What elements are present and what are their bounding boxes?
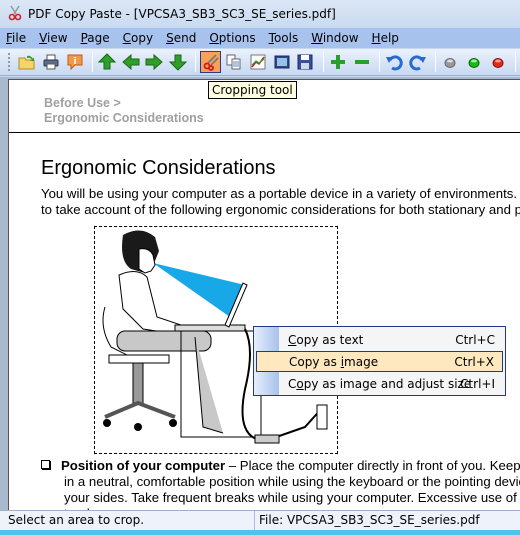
menu-send[interactable]: Send <box>166 31 196 45</box>
print-icon <box>43 54 59 70</box>
chart-icon <box>250 54 266 70</box>
undo-icon <box>386 55 403 71</box>
toolbar-separator <box>322 52 324 72</box>
header-rule <box>9 132 520 133</box>
chart-button[interactable] <box>248 51 269 73</box>
minus-icon <box>354 60 369 64</box>
print-button[interactable] <box>41 51 62 73</box>
green-light-button[interactable] <box>464 51 485 73</box>
copy-pages-icon <box>226 54 241 70</box>
menu-item-label: Copy as text <box>288 332 364 347</box>
first-page-button[interactable] <box>97 51 118 73</box>
gray-light-button[interactable] <box>440 51 461 73</box>
open-icon <box>18 55 35 70</box>
title-bar: PDF Copy Paste - [VPCSA3_SB3_SC3_SE_seri… <box>0 0 520 28</box>
pdf-page[interactable]: Before Use > Ergonomic Considerations Er… <box>8 79 520 510</box>
select-area-icon <box>274 55 290 69</box>
toolbar-separator <box>435 52 437 72</box>
info-button[interactable]: i <box>64 51 85 73</box>
cropping-tool-button[interactable] <box>200 51 222 73</box>
intro-paragraph: You will be using your computer as a por… <box>41 186 520 218</box>
window-title: PDF Copy Paste - [VPCSA3_SB3_SC3_SE_seri… <box>28 7 336 21</box>
save-button[interactable] <box>295 51 316 73</box>
window-bottom-border <box>0 530 520 535</box>
info-icon: i <box>67 54 82 71</box>
menu-copy[interactable]: Copy <box>123 31 153 45</box>
arrow-right-icon <box>145 53 164 71</box>
arrow-left-icon <box>121 53 140 71</box>
copy-pages-button[interactable] <box>224 51 245 73</box>
document-area: Before Use > Ergonomic Considerations Er… <box>0 77 520 510</box>
menu-file[interactable]: File <box>6 31 26 45</box>
status-message: Select an area to crop. <box>0 511 255 530</box>
toolbar-separator <box>378 52 380 72</box>
open-button[interactable] <box>17 51 38 73</box>
page-heading: Ergonomic Considerations <box>41 157 276 179</box>
zoom-out-button[interactable] <box>351 51 372 73</box>
bullet-text: your sides. Take frequent breaks while u… <box>64 490 520 505</box>
undo-button[interactable] <box>384 51 405 73</box>
arrow-up-icon <box>98 53 117 70</box>
menu-tools[interactable]: Tools <box>269 31 299 45</box>
scissors-icon <box>7 5 23 24</box>
toolbar-separator <box>514 52 516 72</box>
plus-icon <box>330 55 345 69</box>
breadcrumb: Before Use > Ergonomic Considerations <box>44 96 204 126</box>
redo-button[interactable] <box>407 51 428 73</box>
toolbar-grip[interactable] <box>8 53 11 71</box>
context-menu: Copy as text Ctrl+C Copy as image Ctrl+X Cop… <box>253 326 506 396</box>
menu-view[interactable]: View <box>39 31 67 45</box>
toolbar-separator <box>195 52 197 72</box>
context-menu-item[interactable]: Copy as text Ctrl+C <box>256 329 503 350</box>
menu-help[interactable]: Help <box>372 31 399 45</box>
select-area-button[interactable] <box>271 51 292 73</box>
bullet-item: Position of your computer – Place the co… <box>41 458 520 510</box>
bullet-text: – Place the computer directly in front o… <box>225 458 520 473</box>
menu-window[interactable]: Window <box>311 31 358 45</box>
toolbar-separator <box>91 52 93 72</box>
redo-icon <box>409 55 426 71</box>
bullet-title: Position of your computer <box>61 458 226 473</box>
bullet-box-icon <box>41 460 50 469</box>
last-page-button[interactable] <box>168 51 189 73</box>
menu-page[interactable]: Page <box>81 31 110 45</box>
paragraph-line: to take account of the following ergonom… <box>41 202 520 217</box>
menu-options[interactable]: Options <box>209 31 255 45</box>
zoom-in-button[interactable] <box>328 51 349 73</box>
tooltip: Cropping tool <box>208 81 297 99</box>
gray-light-icon <box>444 58 456 68</box>
green-light-icon <box>468 58 480 68</box>
menu-item-label: Copy as image and adjust size <box>288 376 472 391</box>
next-page-button[interactable] <box>144 51 165 73</box>
cropping-tool-icon <box>203 54 219 71</box>
menu-item-shortcut: Ctrl+X <box>454 354 494 369</box>
breadcrumb-parent: Before Use > <box>44 96 121 110</box>
context-menu-item[interactable]: Copy as image Ctrl+X <box>256 351 503 372</box>
bullet-text: in a neutral, comfortable position while… <box>64 474 520 489</box>
toolbar: i <box>0 49 520 76</box>
menu-item-shortcut: Ctrl+C <box>455 332 495 347</box>
previous-page-button[interactable] <box>120 51 141 73</box>
breadcrumb-current: Ergonomic Considerations <box>44 111 204 125</box>
paragraph-line: You will be using your computer as a por… <box>41 186 520 201</box>
arrow-down-icon <box>169 54 187 71</box>
status-bar: Select an area to crop. File: VPCSA3_SB3… <box>0 510 520 530</box>
menu-item-label: Copy as image <box>289 354 379 369</box>
status-file: File: VPCSA3_SB3_SC3_SE_series.pdf <box>259 513 480 527</box>
menu-item-shortcut: Ctrl+I <box>460 376 495 391</box>
red-light-button[interactable] <box>487 51 508 73</box>
menu-bar: File View Page Copy Send Options Tools Window He… <box>0 28 520 48</box>
red-light-icon <box>492 58 504 68</box>
save-icon <box>297 54 313 70</box>
context-menu-item[interactable]: Copy as image and adjust size Ctrl+I <box>256 373 503 394</box>
svg-text:i: i <box>73 57 76 67</box>
